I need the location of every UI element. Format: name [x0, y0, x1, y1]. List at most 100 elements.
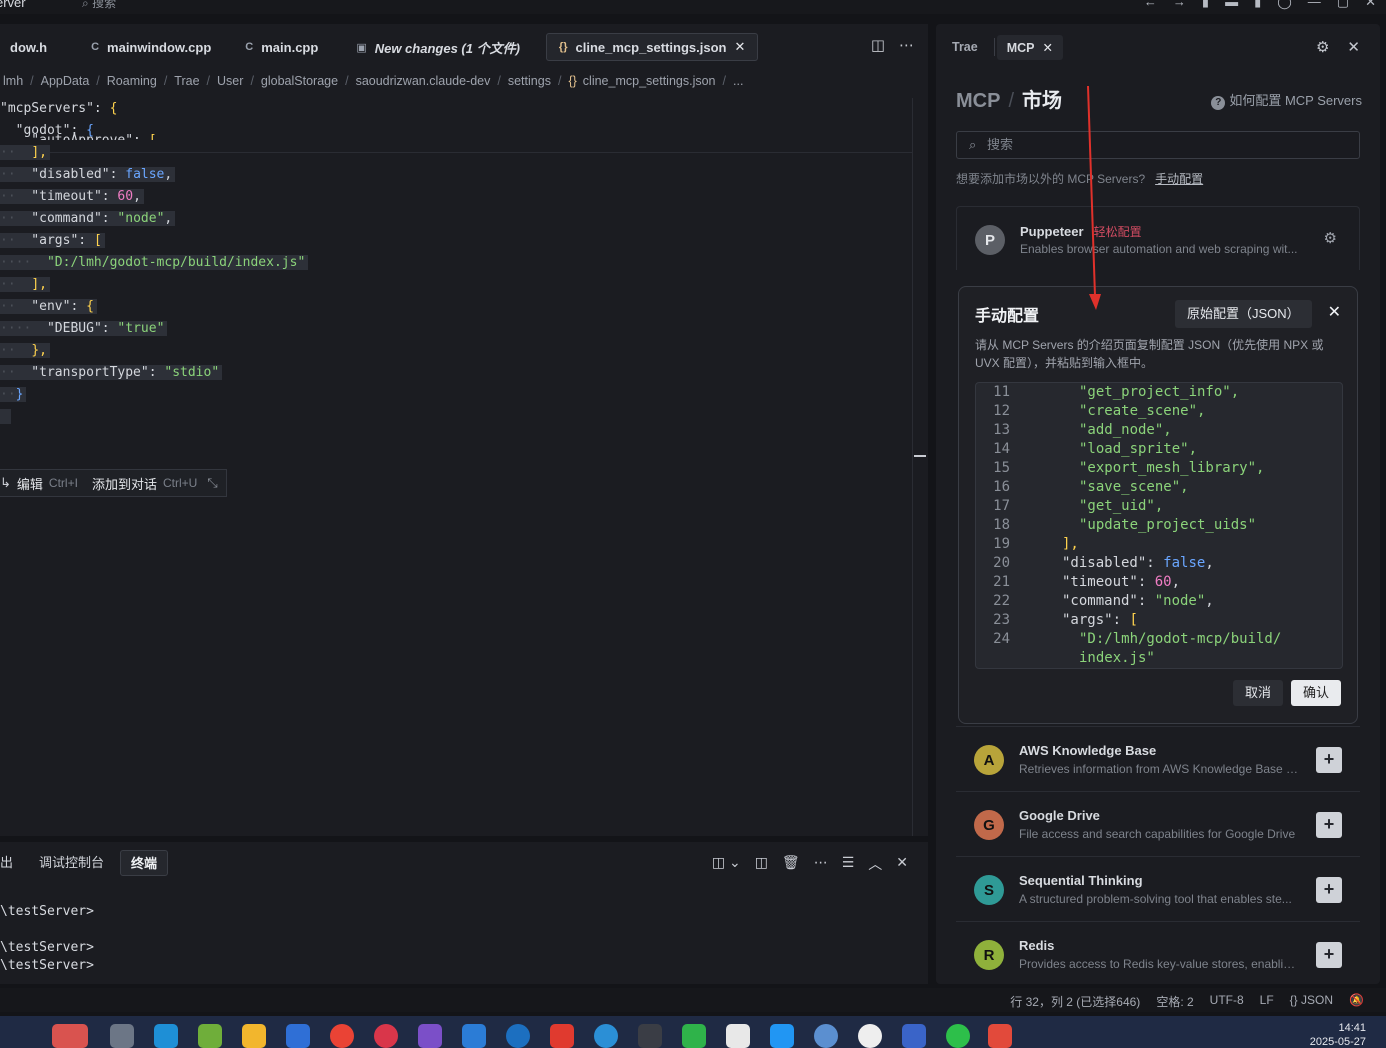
taskbar-app-icon[interactable] [814, 1024, 838, 1048]
add-server-button[interactable]: + [1316, 747, 1342, 773]
gear-icon[interactable]: ⚙ [1324, 229, 1337, 247]
maximize-icon[interactable]: ▢ [1337, 0, 1349, 10]
tab-terminal[interactable]: 终端 [120, 850, 169, 876]
tab-window-h[interactable]: dow.h [0, 33, 59, 61]
edge-icon[interactable] [154, 1024, 178, 1048]
add-to-chat-button[interactable]: 添加到对话 [92, 474, 157, 493]
more-actions-icon[interactable]: ⋯ [899, 36, 914, 54]
split-editor-icon[interactable]: ◫ [871, 36, 885, 54]
title-mcp[interactable]: MCP [956, 90, 1000, 112]
command-search[interactable]: ⌕ 搜索 [82, 0, 116, 11]
editor-scrollbar-track[interactable] [912, 98, 913, 836]
tab-debug-console[interactable]: 调试控制台 [29, 850, 114, 876]
taskbar-app-icon[interactable] [988, 1024, 1012, 1048]
layout-left-icon[interactable]: ▮ [1202, 0, 1209, 10]
mcp-server-card-redis[interactable]: R Redis Provides access to Redis key-val… [956, 921, 1360, 971]
add-server-button[interactable]: + [1316, 942, 1342, 968]
close-tab-icon[interactable]: ✕ [1043, 41, 1053, 55]
breadcrumb-item[interactable]: globalStorage [261, 74, 338, 88]
market-search-input[interactable]: ⌕ 搜索 [956, 131, 1360, 159]
inline-edit-button[interactable]: 编辑 [17, 474, 43, 493]
tab-output[interactable]: 出 [0, 850, 23, 876]
tab-main-cpp[interactable]: C main.cpp [233, 33, 330, 61]
line-number: 18 [993, 517, 1010, 533]
taskbar-app-icon[interactable] [110, 1024, 134, 1048]
wps-icon[interactable] [550, 1024, 574, 1048]
trash-icon[interactable]: 🗑 [782, 854, 800, 874]
settings-icon[interactable]: ⚙ [1316, 38, 1329, 56]
terminal-icon[interactable] [638, 1024, 662, 1048]
tab-cline-mcp-settings[interactable]: {} cline_mcp_settings.json ✕ [545, 33, 759, 61]
mcp-server-card-puppeteer[interactable]: P Puppeteer 轻松配置 Enables browser automati… [956, 206, 1360, 270]
account-icon[interactable]: ◯ [1277, 0, 1292, 10]
visual-studio-icon[interactable] [418, 1024, 442, 1048]
json-code-line: 13 "add_node", [976, 421, 1172, 440]
chrome-icon[interactable] [330, 1024, 354, 1048]
maximize-panel-icon[interactable]: ︿ [868, 854, 882, 874]
taskbar-app-icon[interactable] [770, 1024, 794, 1048]
encoding[interactable]: UTF-8 [1210, 993, 1244, 1010]
close-panel-icon[interactable]: ✕ [1347, 38, 1360, 56]
breadcrumb-item[interactable]: cline_mcp_settings.json [583, 74, 716, 88]
file-explorer-icon[interactable] [242, 1024, 266, 1048]
system-clock[interactable]: 14:41 2025-05-27 [1310, 1021, 1366, 1048]
breadcrumb-item[interactable]: saoudrizwan.claude-dev [356, 74, 491, 88]
mcp-server-card-aws[interactable]: A AWS Knowledge Base Retrieves informati… [956, 726, 1360, 790]
raw-json-button[interactable]: 原始配置（JSON） [1175, 300, 1312, 328]
help-link[interactable]: ? 如何配置 MCP Servers [1211, 90, 1362, 110]
json-code-line: 19], [976, 535, 1079, 554]
taskbar-app-icon[interactable] [462, 1024, 486, 1048]
taskbar-app-icon[interactable] [506, 1024, 530, 1048]
mcp-server-card-google-drive[interactable]: G Google Drive File access and search ca… [956, 791, 1360, 855]
taskbar-app-icon[interactable] [902, 1024, 926, 1048]
indentation[interactable]: 空格: 2 [1156, 993, 1193, 1010]
breadcrumb-item[interactable]: Trae [174, 74, 199, 88]
confirm-button[interactable]: 确认 [1291, 680, 1341, 706]
tab-mcp[interactable]: MCP ✕ [996, 34, 1063, 60]
store-icon[interactable] [286, 1024, 310, 1048]
collapse-icon[interactable]: ⤡ [207, 475, 217, 491]
breadcrumb-item[interactable]: settings [508, 74, 551, 88]
mcp-server-card-sequential-thinking[interactable]: S Sequential Thinking A structured probl… [956, 856, 1360, 920]
close-panel-icon[interactable]: ✕ [896, 854, 908, 874]
notifications-off-icon[interactable]: 🔕 [1349, 993, 1364, 1010]
split-terminal-icon[interactable]: ◫ [755, 854, 768, 874]
layout-bottom-icon[interactable]: ▬ [1225, 0, 1238, 10]
code-line: "mcpServers": { [0, 101, 118, 116]
line-ending[interactable]: LF [1260, 993, 1274, 1010]
layout-right-icon[interactable]: ▮ [1254, 0, 1261, 10]
tune-icon[interactable]: ☰ [842, 854, 855, 874]
add-server-button[interactable]: + [1316, 812, 1342, 838]
taskbar-app-icon[interactable] [198, 1024, 222, 1048]
language-mode[interactable]: {} JSON [1290, 993, 1333, 1010]
close-icon[interactable]: ✕ [1328, 302, 1341, 322]
back-icon[interactable]: ← [1144, 0, 1157, 10]
tab-new-changes[interactable]: ▣ New changes (1 个文件) [344, 33, 532, 61]
close-tab-icon[interactable]: ✕ [734, 39, 745, 55]
breadcrumb-item[interactable]: Roaming [107, 74, 157, 88]
taskbar-app-icon[interactable] [726, 1024, 750, 1048]
breadcrumb-item[interactable]: AppData [41, 74, 90, 88]
minimize-icon[interactable]: — [1308, 0, 1321, 10]
breadcrumb-item[interactable]: ... [733, 74, 743, 88]
more-actions-icon[interactable]: ⋯ [814, 854, 828, 874]
tab-trae[interactable]: Trae [936, 40, 994, 54]
close-window-icon[interactable]: ✕ [1365, 0, 1376, 10]
new-terminal-dropdown-icon[interactable]: ◫ ⌄ [712, 854, 741, 874]
code-editor[interactable]: "mcpServers": { "godot": { "autoApprove"… [0, 98, 912, 458]
cursor-position[interactable]: 行 32，列 2 (已选择646) [1010, 993, 1140, 1010]
cancel-button[interactable]: 取消 [1233, 680, 1283, 706]
taskbar-app-icon[interactable] [594, 1024, 618, 1048]
breadcrumb-item[interactable]: lmh [3, 74, 23, 88]
taskbar-app-icon[interactable] [374, 1024, 398, 1048]
qq-icon[interactable] [858, 1024, 882, 1048]
taskbar-app-icon[interactable] [52, 1024, 88, 1048]
wechat-icon[interactable] [946, 1024, 970, 1048]
add-server-button[interactable]: + [1316, 877, 1342, 903]
qt-creator-icon[interactable] [682, 1024, 706, 1048]
forward-icon[interactable]: → [1173, 0, 1186, 10]
manual-config-link[interactable]: 手动配置 [1155, 172, 1203, 186]
breadcrumb-item[interactable]: User [217, 74, 243, 88]
tab-mainwindow-cpp[interactable]: C mainwindow.cpp [79, 33, 223, 61]
json-config-input[interactable]: 11 "get_project_info", 12 "create_scene", 13… [975, 382, 1343, 669]
